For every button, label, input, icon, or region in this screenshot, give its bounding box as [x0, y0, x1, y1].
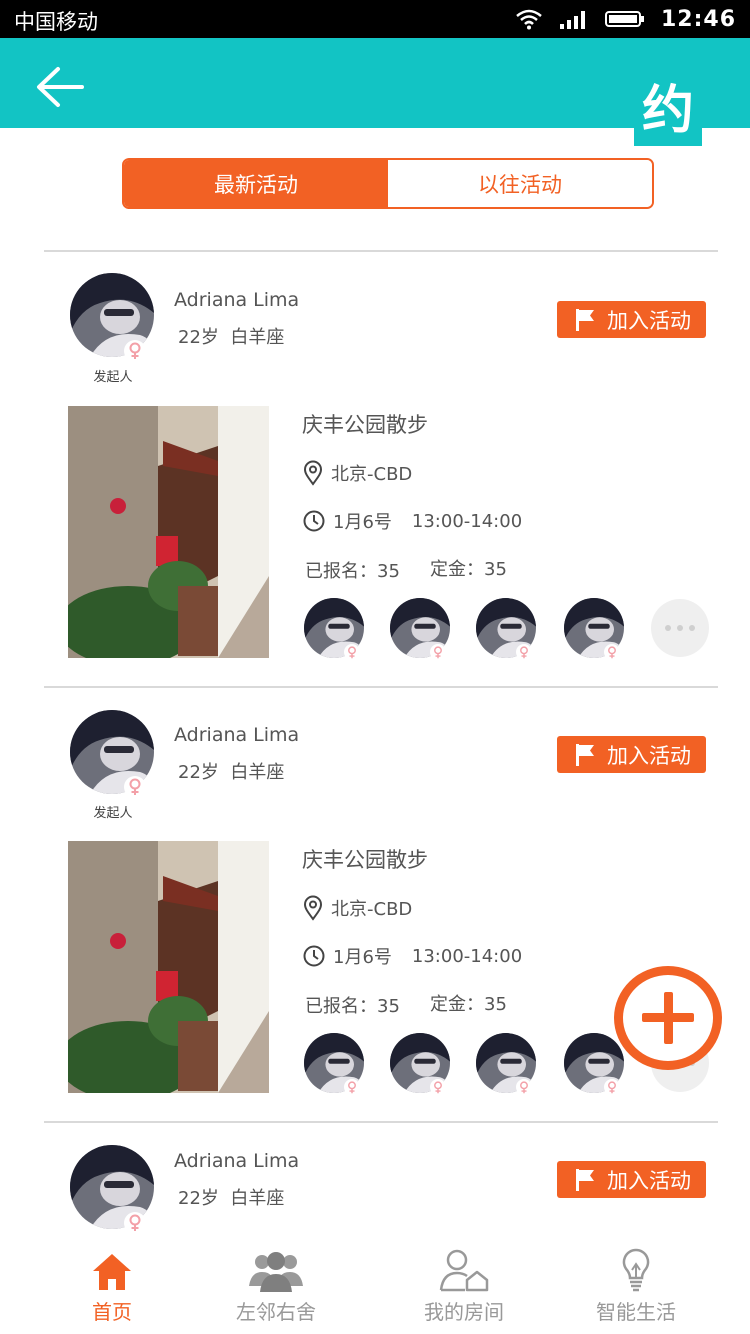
user-meta: 22岁 白羊座 [178, 758, 284, 784]
flag-icon [576, 308, 594, 331]
clock-icon [303, 945, 325, 967]
user-age: 22岁 [178, 327, 219, 348]
female-icon [124, 340, 146, 362]
signed-up-count: 已报名：35 [305, 996, 400, 1017]
signal-icon [559, 11, 585, 29]
join-activity-label: 加入活动 [607, 308, 691, 333]
add-activity-button[interactable] [614, 966, 722, 1070]
female-icon [124, 1212, 146, 1234]
nav-label: 我的房间 [424, 1300, 504, 1324]
user-house-icon [439, 1249, 489, 1292]
tab-past-activities[interactable]: 以往活动 [388, 160, 652, 207]
initiator-label: 发起人 [93, 370, 133, 385]
location-text: 北京-CBD [331, 899, 413, 920]
user-name[interactable]: Adriana Lima [174, 289, 299, 311]
user-zodiac: 白羊座 [230, 327, 285, 348]
activity-date: 1月6号 [333, 512, 392, 533]
female-icon [516, 1079, 532, 1095]
arrow-left-icon [37, 67, 84, 107]
more-participants-button[interactable] [651, 599, 709, 657]
signed-up-count: 已报名：35 [305, 561, 400, 582]
home-icon [93, 1254, 131, 1290]
location-text: 北京-CBD [331, 464, 413, 485]
activity-time: 13:00-14:00 [411, 510, 523, 532]
user-age: 22岁 [178, 1188, 219, 1209]
ellipsis-icon [665, 625, 671, 631]
flag-icon [576, 743, 594, 766]
nav-item-smart-life[interactable]: 智能生活 [584, 1240, 688, 1334]
wifi-icon [516, 9, 542, 30]
bottom-nav: 首页 左邻右舍 我的房间 智能生活 [0, 1240, 750, 1334]
nav-label: 首页 [92, 1300, 132, 1324]
user-name[interactable]: Adriana Lima [174, 1150, 299, 1172]
people-icon [249, 1252, 303, 1292]
activity-date: 1月6号 [333, 947, 392, 968]
female-icon [344, 644, 360, 660]
user-name[interactable]: Adriana Lima [174, 724, 299, 746]
clock-icon [303, 510, 325, 532]
initiator-label: 发起人 [93, 806, 133, 821]
female-icon [604, 644, 620, 660]
join-activity-button[interactable]: 加入活动 [557, 301, 706, 338]
location-pin-icon [303, 460, 323, 486]
activity-datetime: 1月6号 13:00-14:00 [303, 943, 522, 969]
carrier-name: 中国移动 [14, 10, 98, 34]
female-icon [430, 644, 446, 660]
user-meta: 22岁 白羊座 [178, 323, 284, 349]
nav-item-home[interactable]: 首页 [72, 1240, 152, 1334]
back-button[interactable] [34, 64, 86, 110]
activity-title: 庆丰公园散步 [302, 848, 428, 872]
female-icon [604, 1079, 620, 1095]
deposit-amount: 定金：35 [430, 559, 507, 580]
activity-time: 13:00-14:00 [411, 945, 523, 967]
female-icon [344, 1079, 360, 1095]
nav-label: 左邻右舍 [236, 1300, 316, 1324]
activity-datetime: 1月6号 13:00-14:00 [303, 508, 522, 534]
activity-location: 北京-CBD [303, 895, 412, 921]
app-logo: 约 [634, 80, 702, 146]
join-activity-button[interactable]: 加入活动 [557, 736, 706, 773]
deposit-amount: 定金：35 [430, 994, 507, 1015]
activity-card: Adriana Lima 22岁 白羊座 加入活动 [0, 1123, 750, 1240]
activity-photo[interactable] [68, 841, 269, 1093]
tab-latest-activities[interactable]: 最新活动 [124, 160, 388, 207]
battery-icon [604, 11, 644, 27]
join-activity-label: 加入活动 [607, 1168, 691, 1193]
activity-tabs: 最新活动 以往活动 [122, 158, 654, 209]
location-pin-icon [303, 895, 323, 921]
user-meta: 22岁 白羊座 [178, 1184, 284, 1210]
user-zodiac: 白羊座 [230, 762, 285, 783]
activity-card: 发起人 Adriana Lima 22岁 白羊座 加入活动 庆丰公园散步 北京-… [0, 252, 750, 688]
female-icon [124, 776, 146, 798]
nav-item-neighbors[interactable]: 左邻右舍 [224, 1240, 328, 1334]
activity-photo[interactable] [68, 406, 269, 658]
lightbulb-icon [622, 1248, 650, 1292]
nav-item-my-room[interactable]: 我的房间 [412, 1240, 516, 1334]
status-bar: 中国移动 12:46 [0, 0, 750, 38]
female-icon [516, 644, 532, 660]
activity-title: 庆丰公园散步 [302, 413, 428, 437]
join-activity-label: 加入活动 [607, 743, 691, 768]
user-zodiac: 白羊座 [230, 1188, 285, 1209]
user-age: 22岁 [178, 762, 219, 783]
female-icon [430, 1079, 446, 1095]
clock: 12:46 [660, 6, 736, 32]
nav-label: 智能生活 [596, 1300, 676, 1324]
join-activity-button[interactable]: 加入活动 [557, 1161, 706, 1198]
activity-location: 北京-CBD [303, 460, 412, 486]
flag-icon [576, 1168, 594, 1191]
